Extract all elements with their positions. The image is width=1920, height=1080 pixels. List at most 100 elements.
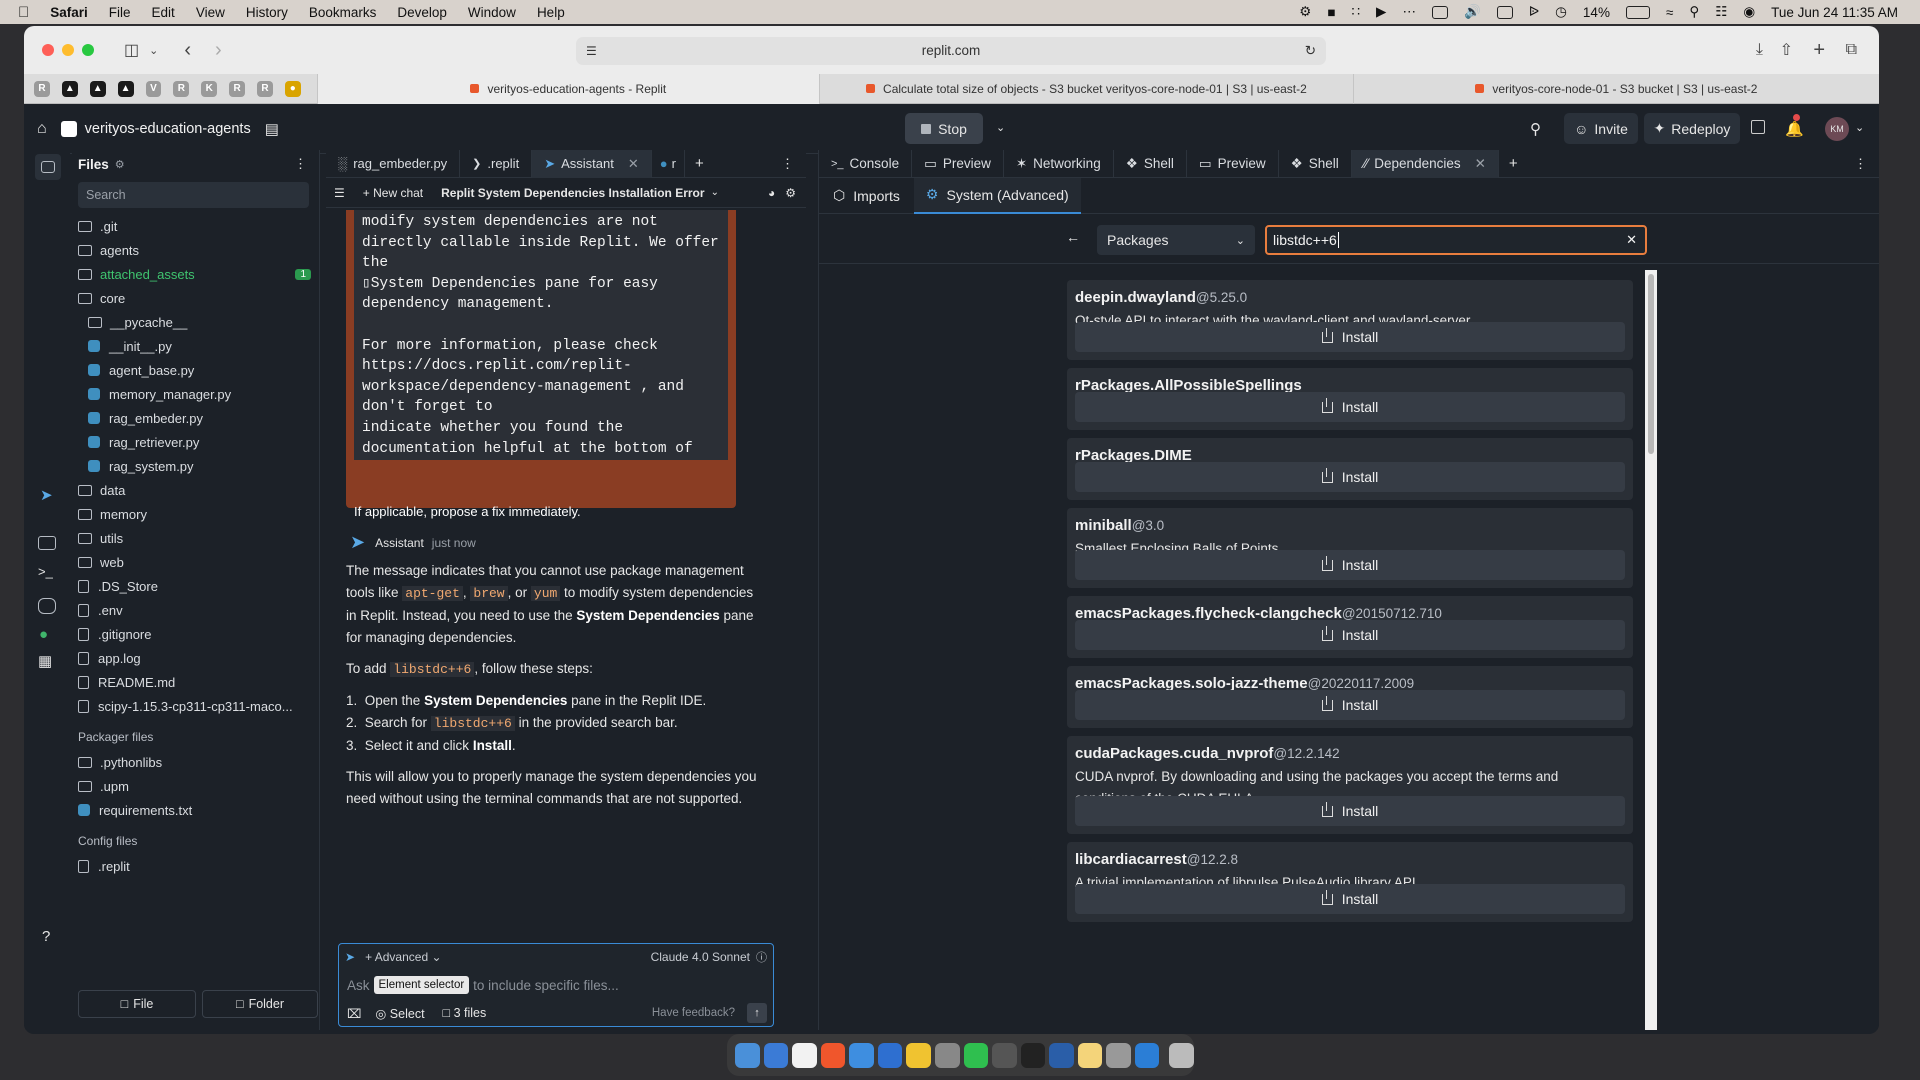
tab-console[interactable]: >_ Console (819, 149, 913, 178)
chevron-down-icon[interactable]: ⌄ (711, 187, 719, 198)
favorite-bulb-icon[interactable]: ● (284, 80, 301, 97)
avatar[interactable]: KM (1825, 117, 1849, 141)
chevron-down-icon[interactable]: ⌄ (1855, 121, 1864, 134)
attach-icon[interactable]: ⌧ (347, 1006, 361, 1021)
tab-dependencies[interactable]: ⁄⁄ Dependencies ✕ (1351, 149, 1499, 178)
history-menu-icon[interactable]: ☰ (334, 186, 345, 200)
gear-icon[interactable]: ⚙ (785, 186, 796, 200)
chevron-down-icon[interactable]: ⌄ (149, 44, 158, 57)
terminal-icon[interactable] (1020, 1042, 1046, 1068)
settings-icon[interactable] (1106, 1042, 1131, 1068)
bell-icon[interactable]: 🔔 (1785, 120, 1804, 138)
package-name[interactable]: deepin.dwayland@5.25.0 (1075, 289, 1247, 306)
status-icon[interactable]: ⚙ (1299, 4, 1311, 20)
screen-icon[interactable] (1431, 5, 1448, 19)
download-icon[interactable]: ⤓ (1756, 41, 1763, 59)
menu-file[interactable]: File (109, 5, 131, 20)
mail-icon[interactable] (763, 1042, 789, 1068)
file-item[interactable]: rag_retriever.py (78, 430, 319, 454)
favorite-k-icon[interactable]: K (201, 80, 218, 97)
reload-icon[interactable]: ↻ (1305, 37, 1316, 65)
install-button[interactable]: Install (1075, 462, 1625, 492)
calendar-icon[interactable] (792, 1042, 817, 1068)
menu-window[interactable]: Window (468, 5, 516, 20)
folder-item[interactable]: agents (78, 238, 319, 262)
kebab-icon[interactable]: ⋮ (781, 156, 794, 172)
apple-icon[interactable]:  (18, 4, 29, 21)
add-tab-icon[interactable]: + (1509, 155, 1518, 172)
send-button[interactable]: ↑ (747, 1003, 767, 1023)
search-icon[interactable]: ⚲ (1530, 120, 1541, 138)
deploy-rail-icon[interactable]: ● (39, 626, 48, 643)
wifi-icon[interactable]: ≈ (1666, 5, 1673, 20)
redeploy-button[interactable]: ✦ Redeploy (1644, 113, 1740, 144)
new-file-button[interactable]: □ File (78, 990, 196, 1018)
file-item[interactable]: __init__.py (78, 334, 319, 358)
file-item[interactable]: agent_base.py (78, 358, 319, 382)
menu-app[interactable]: Safari (50, 5, 88, 20)
package-search-input[interactable]: libstdc++6 ✕ (1265, 225, 1647, 255)
chat-input[interactable]: Ask Element selector to include specific… (339, 970, 773, 1000)
tab-networking[interactable]: ✶ Networking (1004, 149, 1114, 178)
browser-tab-s3-calc[interactable]: Calculate total size of objects - S3 buc… (818, 73, 1353, 104)
model-selector[interactable]: Claude 4.0 Sonnet (651, 950, 750, 964)
folder-item[interactable]: .upm (78, 774, 319, 798)
folder-item[interactable]: attached_assets 1 (78, 262, 319, 286)
file-item[interactable]: requirements.txt (78, 798, 319, 822)
folder-item[interactable]: data (78, 478, 319, 502)
folder-item[interactable]: core (78, 286, 319, 310)
file-item[interactable]: rag_system.py (78, 454, 319, 478)
project-name[interactable]: verityos-education-agents (85, 121, 251, 137)
trash-icon[interactable] (1169, 1042, 1194, 1068)
folder-item[interactable]: __pycache__ (78, 310, 319, 334)
dots-icon[interactable]: ⋯ (1402, 4, 1416, 20)
word-icon[interactable] (1049, 1042, 1074, 1068)
help-icon[interactable]: ? (42, 928, 50, 945)
package-name[interactable]: cudaPackages.cuda_nvprof@12.2.142 (1075, 745, 1340, 762)
select-button[interactable]: ◎ Select (375, 1006, 424, 1021)
files-context-button[interactable]: □ 3 files (443, 1006, 487, 1020)
new-tab-icon[interactable]: + (1813, 39, 1825, 62)
menu-history[interactable]: History (246, 5, 288, 20)
chevron-down-icon[interactable]: ⌄ (996, 121, 1005, 134)
whatsapp-icon[interactable] (963, 1042, 989, 1068)
tab-truncated[interactable]: ● r (652, 149, 685, 178)
favorite-a-icon[interactable]: ▲ (61, 80, 78, 97)
volume-icon[interactable]: 🔊 (1464, 4, 1481, 20)
preview-rail-icon[interactable] (38, 536, 56, 550)
siri-icon[interactable]: ◉ (1743, 4, 1755, 20)
notes-icon[interactable] (906, 1042, 931, 1068)
install-button[interactable]: Install (1075, 392, 1625, 422)
sidebar-toggle-icon[interactable]: ◫ (124, 40, 139, 60)
database-rail-icon[interactable] (38, 598, 56, 614)
chat-title[interactable]: Replit System Dependencies Installation … (441, 186, 704, 200)
favorite-v-icon[interactable]: V (145, 80, 162, 97)
favorite-a2-icon[interactable]: ▲ (89, 80, 106, 97)
favorite-r2-icon[interactable]: R (173, 80, 190, 97)
chatgpt-icon[interactable] (992, 1042, 1017, 1068)
menu-help[interactable]: Help (537, 5, 565, 20)
layout-icon[interactable] (1751, 120, 1765, 134)
close-window-button[interactable] (42, 44, 54, 56)
apps-rail-icon[interactable]: ▦ (38, 652, 52, 670)
file-item[interactable]: memory_manager.py (78, 382, 319, 406)
datetime[interactable]: Tue Jun 24 11:35 AM (1771, 5, 1898, 20)
folder-item[interactable]: .git (78, 214, 319, 238)
browser-tab-s3-bucket[interactable]: verityos-core-node-01 - S3 bucket | S3 |… (1352, 73, 1879, 104)
close-tab-icon[interactable]: ✕ (1475, 156, 1486, 172)
install-button[interactable]: Install (1075, 322, 1625, 352)
kebab-icon[interactable]: ⋮ (1854, 156, 1867, 172)
favorite-r3-icon[interactable]: R (229, 80, 245, 97)
tab-replit-config[interactable]: ❯ .replit (460, 149, 533, 178)
folder-item[interactable]: utils (78, 526, 319, 550)
finder-icon[interactable] (735, 1042, 760, 1068)
browser-tab-replit[interactable]: verityos-education-agents - Replit (316, 73, 819, 104)
play-icon[interactable]: ▶ (1376, 4, 1386, 20)
close-tab-icon[interactable]: ✕ (628, 156, 639, 172)
app-icon[interactable] (877, 1042, 903, 1068)
folder-item[interactable]: memory (78, 502, 319, 526)
advanced-toggle[interactable]: + Advanced ⌄ (365, 950, 441, 964)
menu-bookmarks[interactable]: Bookmarks (309, 5, 377, 20)
menu-view[interactable]: View (196, 5, 225, 20)
file-item[interactable]: .replit (78, 854, 319, 878)
